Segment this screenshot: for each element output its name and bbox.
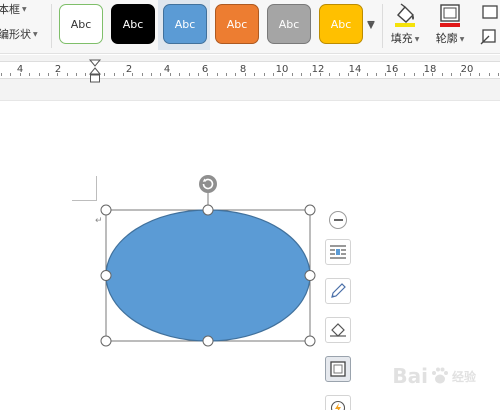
wrap-text-icon <box>330 245 346 259</box>
resize-handle[interactable] <box>100 270 112 281</box>
shape-fill-button[interactable] <box>325 317 351 343</box>
shape-layer <box>100 175 316 347</box>
resize-handle[interactable] <box>202 204 214 216</box>
shape-style-button[interactable] <box>325 278 351 304</box>
watermark: Bai 经验 <box>392 364 476 388</box>
minus-icon <box>333 219 343 221</box>
resize-handle[interactable] <box>100 335 112 347</box>
collapse-toolbar-button[interactable] <box>329 211 347 229</box>
pen-icon <box>331 283 346 298</box>
fill-bucket-icon <box>330 323 346 337</box>
watermark-text: Bai <box>392 364 428 388</box>
resize-handle[interactable] <box>304 335 316 347</box>
shape-outline-button[interactable] <box>325 356 351 382</box>
wrap-text-button[interactable] <box>325 239 351 265</box>
resize-handle[interactable] <box>304 204 316 216</box>
effects-icon <box>330 400 346 410</box>
ellipse-shape[interactable] <box>105 209 311 342</box>
rotate-handle-icon[interactable] <box>199 175 217 193</box>
outline-frame-icon <box>330 361 346 377</box>
resize-handle[interactable] <box>202 335 214 347</box>
resize-handle[interactable] <box>100 204 112 216</box>
paw-logo-icon <box>431 367 448 384</box>
resize-handle[interactable] <box>304 270 316 281</box>
shape-effects-side-button[interactable] <box>325 395 351 410</box>
watermark-suffix: 经验 <box>451 369 476 384</box>
